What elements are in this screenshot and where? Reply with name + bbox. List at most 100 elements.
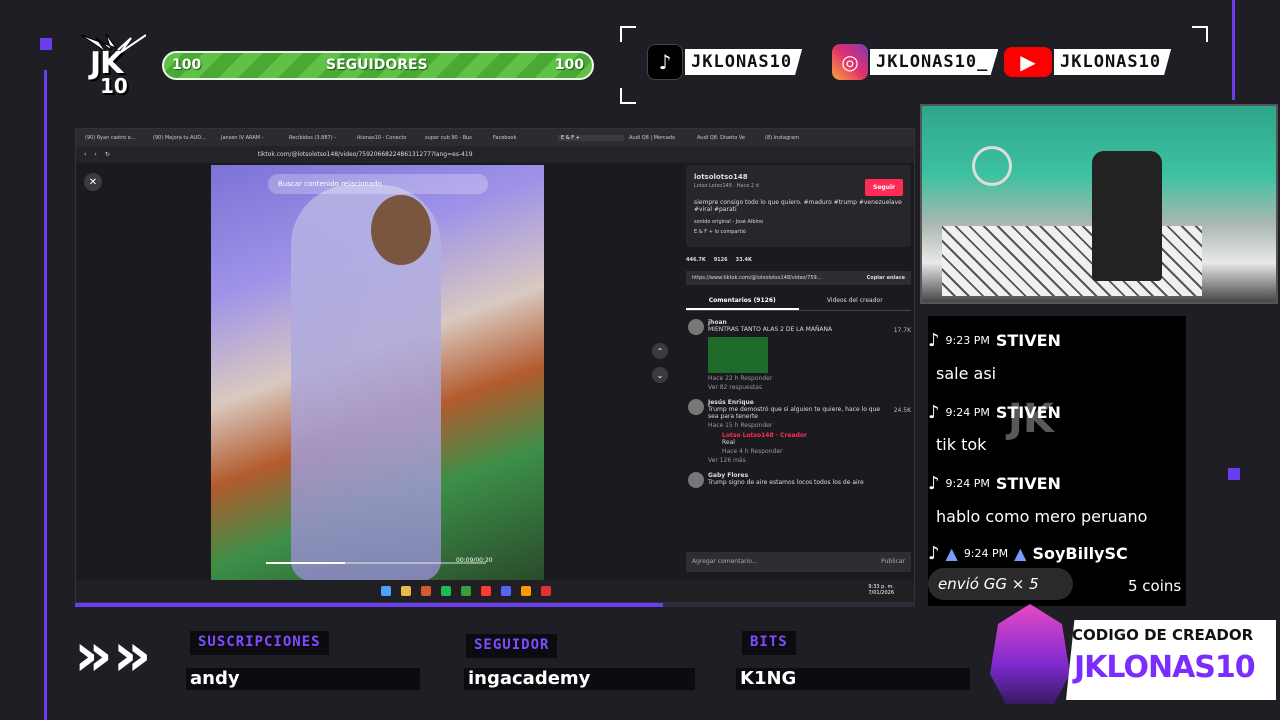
post-sound[interactable]: sonido original - José Albino [694, 219, 903, 225]
social-youtube-name: JKLONAS10 [1054, 49, 1172, 75]
frame-corner-tr [1192, 26, 1208, 42]
follow-button[interactable]: Seguir [865, 179, 903, 196]
chat-user: STIVEN [995, 331, 1061, 350]
comments-count[interactable]: 9126 [714, 257, 728, 263]
comment-image[interactable] [708, 337, 768, 373]
publish-button[interactable]: Publicar [881, 558, 905, 565]
browser-tab[interactable]: (90) Ryan castro e... [82, 135, 148, 141]
comment-item: jhoan MIENTRAS TANTO ALAS 2 DE LA MAÑANA… [686, 319, 911, 391]
xbox-icon[interactable] [461, 586, 471, 596]
browser-window: (90) Ryan castro e... (90) Mejora tu AUD… [75, 128, 915, 603]
video-subject-head [371, 195, 431, 265]
discord-icon[interactable] [501, 586, 511, 596]
spotify-icon[interactable] [441, 586, 451, 596]
browser-tab[interactable]: Audi Q8: Diseño Ve [694, 135, 760, 141]
browser-tab[interactable]: Jansen IV ARAM - [218, 135, 284, 141]
chat-time: 9:24 PM [963, 547, 1009, 560]
browser-tab[interactable]: Audi Q8 | Mercado [626, 135, 692, 141]
comment-user[interactable]: jhoan [708, 319, 911, 326]
browser-accent-bar [75, 603, 915, 607]
video-progress-fill [266, 562, 346, 564]
browser-tab[interactable]: iklonas10 - Conecto [354, 135, 420, 141]
post-link: https://www.tiktok.com/@lotsolotso148/vi… [692, 275, 822, 281]
gift-coins: 5 coins [1128, 577, 1182, 595]
obs-icon[interactable] [521, 586, 531, 596]
channel-logo: JK 10 [80, 33, 150, 98]
tiktok-icon: ♪ [928, 402, 940, 423]
chat-message-header: ♪ 9:24 PM STIVEN [928, 473, 1061, 494]
chat-message: sale asi [936, 364, 997, 383]
comment-likes[interactable]: 24.5K [894, 407, 911, 414]
comment-text: Trump me demostró que si alguien te quie… [708, 406, 881, 420]
avatar[interactable] [688, 319, 704, 335]
comment-user[interactable]: Gaby Flores [708, 472, 911, 479]
close-icon[interactable]: ✕ [84, 173, 102, 191]
browser-tab-active[interactable]: E & F + [558, 134, 624, 141]
chat-user: SoyBillySC [1032, 544, 1128, 563]
video-player[interactable] [211, 165, 544, 581]
browser-tab[interactable]: (8) Instagram [762, 135, 828, 141]
chat-user: STIVEN [995, 474, 1061, 493]
creator-avatar [990, 604, 1070, 704]
label-follower: SEGUIDOR [466, 634, 558, 658]
next-video-icon[interactable]: ⌄ [652, 367, 668, 383]
frame-corner-bl [620, 88, 636, 104]
copy-link-button[interactable]: Copiar enlace [867, 275, 905, 281]
post-caption: siempre consigo todo lo que quiero. #mad… [694, 199, 902, 213]
comment-item: Gaby Flores Trump signo de aire estamos … [686, 472, 911, 488]
comment-likes[interactable]: 17.7K [894, 327, 911, 334]
browser-tabs: (90) Ryan castro e... (90) Mejora tu AUD… [76, 129, 914, 146]
youtube-app-icon[interactable] [541, 586, 551, 596]
avatar[interactable] [688, 399, 704, 415]
app-icon[interactable] [421, 586, 431, 596]
gift-message: envió GG × 5 [928, 568, 1073, 600]
browser-tab[interactable]: super cub 90 - Bus [422, 135, 488, 141]
tab-comments[interactable]: Comentarios (9126) [686, 293, 799, 310]
view-replies[interactable]: Ver 82 respuestas [708, 384, 911, 391]
previous-video-icon[interactable]: ⌃ [652, 343, 668, 359]
tiktok-icon: ♪ [647, 44, 683, 80]
browser-tab[interactable]: Recibidos (3.887) - [286, 135, 352, 141]
saves-count[interactable]: 33.4K [736, 257, 752, 263]
likes-count[interactable]: 446.7K [686, 257, 706, 263]
related-search-input[interactable]: Buscar contenido relacionado [268, 174, 488, 194]
file-explorer-icon[interactable] [401, 586, 411, 596]
browser-tab[interactable]: (90) Mejora tu AUD... [150, 135, 216, 141]
comment-meta: Hace 15 h Responder [708, 422, 773, 429]
creator-code-value: JKLONAS10 [1074, 650, 1256, 685]
forward-icon[interactable]: › [94, 151, 96, 158]
social-youtube: ▶ JKLONAS10 [1004, 44, 1172, 80]
creator-code-panel: CODIGO DE CREADOR JKLONAS10 [1066, 620, 1276, 700]
video-progress-bar[interactable] [266, 562, 486, 564]
follower-goal-bar: 100 SEGUIDORES 100 [162, 51, 594, 80]
chat-user: STIVEN [995, 403, 1061, 422]
chat-time: 9:24 PM [945, 477, 990, 490]
reload-icon[interactable]: ↻ [105, 151, 110, 158]
chat-message: tik tok [936, 435, 987, 454]
taskbar-clock[interactable]: 9:33 p. m. 7/01/2026 [868, 584, 894, 596]
social-instagram-name: JKLONAS10_ [870, 49, 999, 75]
back-icon[interactable]: ‹ [84, 151, 86, 158]
frame-corner-tl [620, 26, 636, 42]
view-more-replies[interactable]: Ver 126 más [708, 457, 911, 464]
tiktok-icon: ♪ [928, 330, 940, 351]
browser-tab[interactable]: Facebook [490, 135, 556, 141]
comment-text: Trump signo de aire estamos locos todos … [708, 479, 864, 486]
frame-square-topleft [40, 38, 52, 50]
add-comment-input[interactable]: Agregar comentario... Publicar [686, 552, 911, 572]
reply-meta: Hace 4 h Responder [722, 448, 783, 455]
comment-user[interactable]: Jesús Enrique [708, 399, 911, 406]
url-field[interactable]: tiktok.com/@lotsolotso148/video/75920668… [258, 151, 473, 158]
tab-creator-videos[interactable]: Videos del creador [799, 293, 912, 310]
chair-object [1092, 151, 1162, 281]
add-comment-placeholder: Agregar comentario... [692, 558, 758, 565]
video-time: 00:09/00:20 [456, 557, 493, 564]
avatar[interactable] [688, 472, 704, 488]
reply-user[interactable]: Lotso Lotso148 · Creador [722, 432, 911, 439]
windows-start-icon[interactable] [381, 586, 391, 596]
latest-bits: K1NG [736, 668, 970, 690]
latest-subscription: andy [186, 668, 420, 690]
brave-icon[interactable] [481, 586, 491, 596]
tiktok-icon: ♪ [928, 473, 940, 494]
moderator-icon: ▲ [945, 544, 958, 563]
